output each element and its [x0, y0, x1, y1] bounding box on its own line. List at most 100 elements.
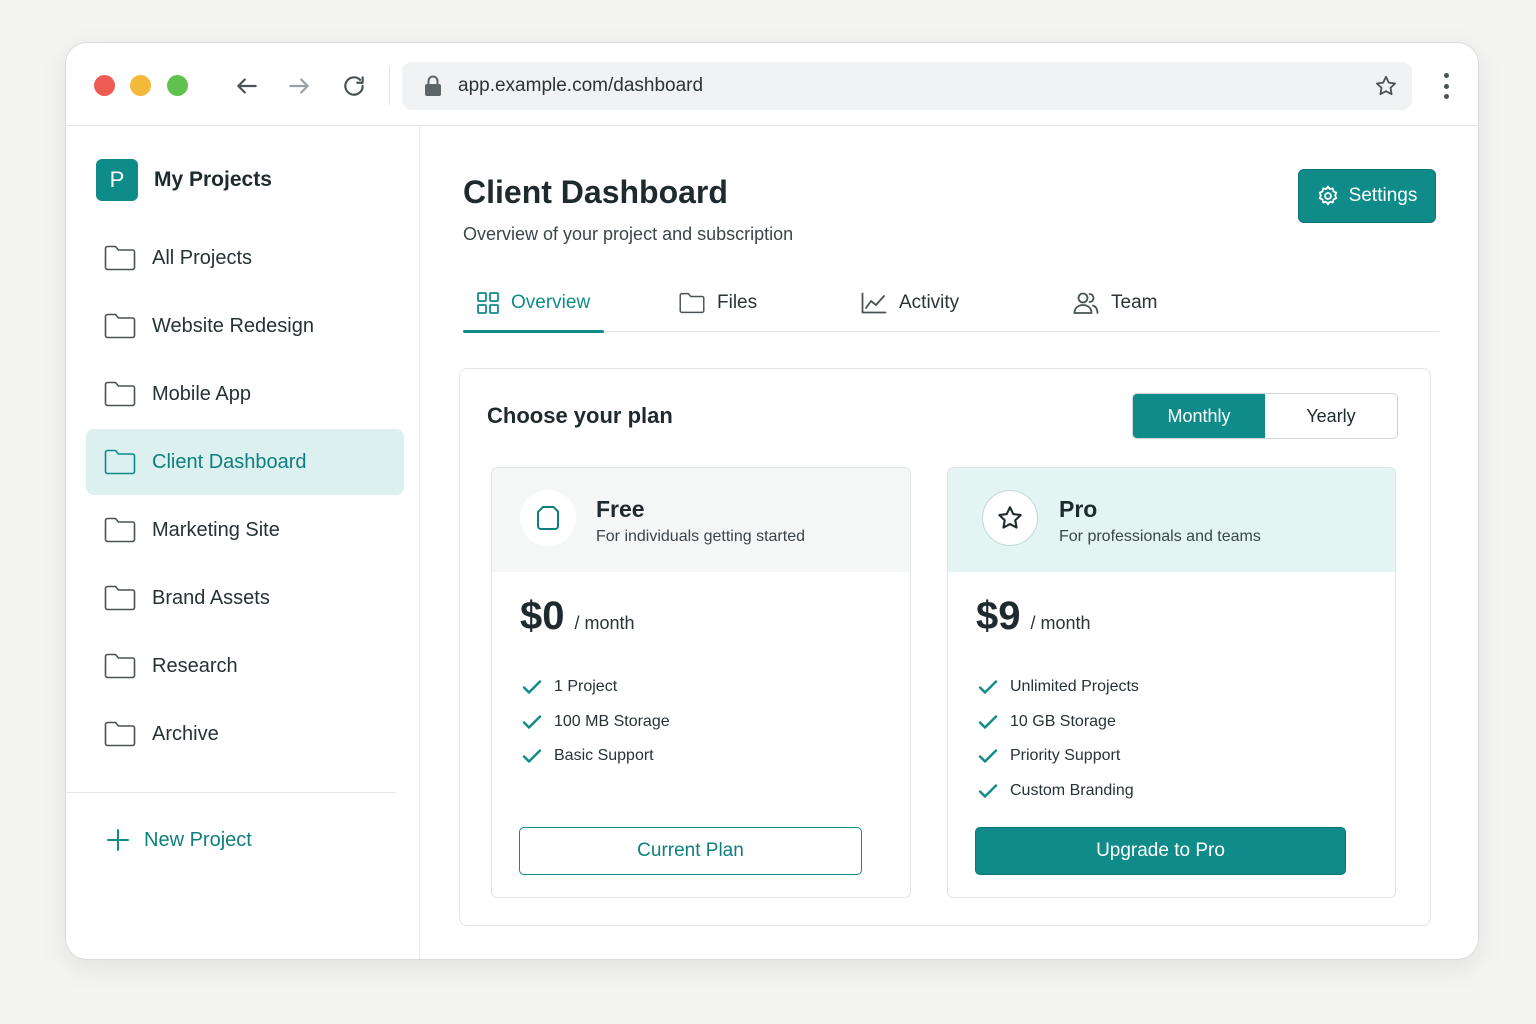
address-bar[interactable]: app.example.com/dashboard — [402, 62, 1412, 110]
current-plan-button[interactable]: Current Plan — [519, 827, 862, 875]
sidebar-item-label: Research — [152, 654, 238, 677]
billing-monthly-option[interactable]: Monthly — [1133, 394, 1265, 438]
plus-icon — [107, 829, 129, 851]
folder-icon — [104, 720, 136, 748]
folder-icon — [679, 291, 707, 315]
toolbar-divider — [389, 67, 390, 105]
folder-icon — [104, 516, 136, 544]
check-icon — [978, 714, 998, 730]
list-item: 100 MB Storage — [522, 705, 670, 740]
gear-icon — [1317, 185, 1339, 207]
folder-icon — [104, 244, 136, 272]
reload-button[interactable] — [339, 71, 369, 101]
plan-price: $9 / month — [976, 594, 1091, 639]
bookmark-star-icon[interactable] — [1374, 74, 1398, 98]
tab-files[interactable]: Files — [679, 274, 757, 332]
tab-overview[interactable]: Overview — [462, 274, 605, 333]
tab-label: Overview — [511, 292, 591, 313]
sidebar-item-label: Brand Assets — [152, 586, 270, 609]
maximize-window-button[interactable] — [167, 75, 188, 96]
page-subtitle: Overview of your project and subscriptio… — [463, 224, 794, 244]
feature-label: 100 MB Storage — [554, 712, 670, 730]
project-list: All Projects Website Redesign Mobile App… — [86, 225, 404, 769]
price-period: / month — [574, 613, 635, 633]
url-text: app.example.com/dashboard — [458, 75, 704, 96]
star-icon — [982, 490, 1038, 546]
browser-menu-kebab-icon[interactable] — [1442, 73, 1450, 99]
check-icon — [978, 783, 998, 799]
page-title: Client Dashboard — [463, 174, 728, 210]
users-icon — [1073, 291, 1101, 315]
plan-card-header: Free For individuals getting started — [492, 468, 910, 572]
arrow-right-icon — [289, 78, 309, 94]
feature-label: Unlimited Projects — [1010, 678, 1139, 696]
sidebar-item-archive[interactable]: Archive — [86, 701, 404, 767]
folder-icon — [104, 652, 136, 680]
folder-icon — [104, 380, 136, 408]
list-item: Unlimited Projects — [978, 670, 1139, 705]
sidebar-item-label: Archive — [152, 722, 219, 745]
plan-name: Pro — [1059, 496, 1098, 522]
close-window-button[interactable] — [94, 75, 115, 96]
feature-label: 10 GB Storage — [1010, 712, 1116, 730]
check-icon — [522, 748, 542, 764]
billing-period-toggle: Monthly Yearly — [1132, 393, 1398, 439]
plan-selection-panel: Choose your plan Monthly Yearly Free For… — [459, 368, 1431, 926]
browser-toolbar: app.example.com/dashboard — [66, 43, 1478, 126]
sidebar-item-marketing-site[interactable]: Marketing Site — [86, 497, 404, 563]
billing-yearly-option[interactable]: Yearly — [1265, 394, 1397, 438]
plan-price: $0 / month — [520, 594, 635, 639]
sidebar-item-mobile-app[interactable]: Mobile App — [86, 361, 404, 427]
check-icon — [978, 679, 998, 695]
folder-icon — [104, 584, 136, 612]
feature-label: Basic Support — [554, 747, 654, 765]
plan-description: For professionals and teams — [1059, 528, 1261, 545]
browser-window: app.example.com/dashboard P My Projects … — [65, 42, 1479, 960]
feature-label: Custom Branding — [1010, 781, 1134, 799]
sidebar-item-label: Client Dashboard — [152, 450, 307, 473]
forward-button[interactable] — [284, 71, 314, 101]
tab-activity[interactable]: Activity — [861, 274, 959, 332]
price-period: / month — [1030, 613, 1091, 633]
plan-name: Free — [596, 496, 645, 522]
plan-feature-list: Unlimited Projects 10 GB Storage Priorit… — [978, 670, 1139, 808]
plan-card-pro: Pro For professionals and teams $9 / mon… — [947, 467, 1396, 898]
tab-team[interactable]: Team — [1073, 274, 1157, 332]
settings-button[interactable]: Settings — [1298, 169, 1436, 223]
back-button[interactable] — [232, 71, 262, 101]
sidebar-item-client-dashboard[interactable]: Client Dashboard — [86, 429, 404, 495]
list-item: Basic Support — [522, 739, 670, 774]
feature-label: 1 Project — [554, 678, 618, 696]
sidebar-item-label: Mobile App — [152, 382, 251, 405]
new-project-button[interactable]: New Project — [106, 828, 252, 852]
sidebar: P My Projects All Projects Website Redes… — [66, 126, 420, 959]
check-icon — [522, 679, 542, 695]
tab-label: Files — [717, 292, 758, 313]
folder-icon — [104, 312, 136, 340]
check-icon — [978, 748, 998, 764]
plan-description: For individuals getting started — [596, 528, 805, 545]
sidebar-item-research[interactable]: Research — [86, 633, 404, 699]
lock-icon — [424, 75, 442, 97]
list-item: Custom Branding — [978, 774, 1139, 809]
arrow-left-icon — [237, 78, 257, 94]
list-item: Priority Support — [978, 739, 1139, 774]
sidebar-item-all-projects[interactable]: All Projects — [86, 225, 404, 291]
upgrade-to-pro-button[interactable]: Upgrade to Pro — [975, 827, 1346, 875]
tab-label: Team — [1111, 292, 1158, 313]
minimize-window-button[interactable] — [130, 75, 151, 96]
sidebar-item-label: Marketing Site — [152, 518, 280, 541]
brand-name: My Projects — [154, 168, 272, 191]
price-amount: $9 — [976, 594, 1021, 638]
sidebar-item-brand-assets[interactable]: Brand Assets — [86, 565, 404, 631]
tab-label: Activity — [899, 292, 960, 313]
sidebar-item-website-redesign[interactable]: Website Redesign — [86, 293, 404, 359]
plan-feature-list: 1 Project 100 MB Storage Basic Support — [522, 670, 670, 774]
new-project-label: New Project — [144, 828, 252, 851]
feature-label: Priority Support — [1010, 747, 1121, 765]
folder-icon — [104, 448, 136, 476]
list-item: 1 Project — [522, 670, 670, 705]
brand-logo: P — [96, 159, 138, 201]
sidebar-brand[interactable]: P My Projects — [96, 159, 272, 201]
reload-icon — [344, 76, 364, 96]
